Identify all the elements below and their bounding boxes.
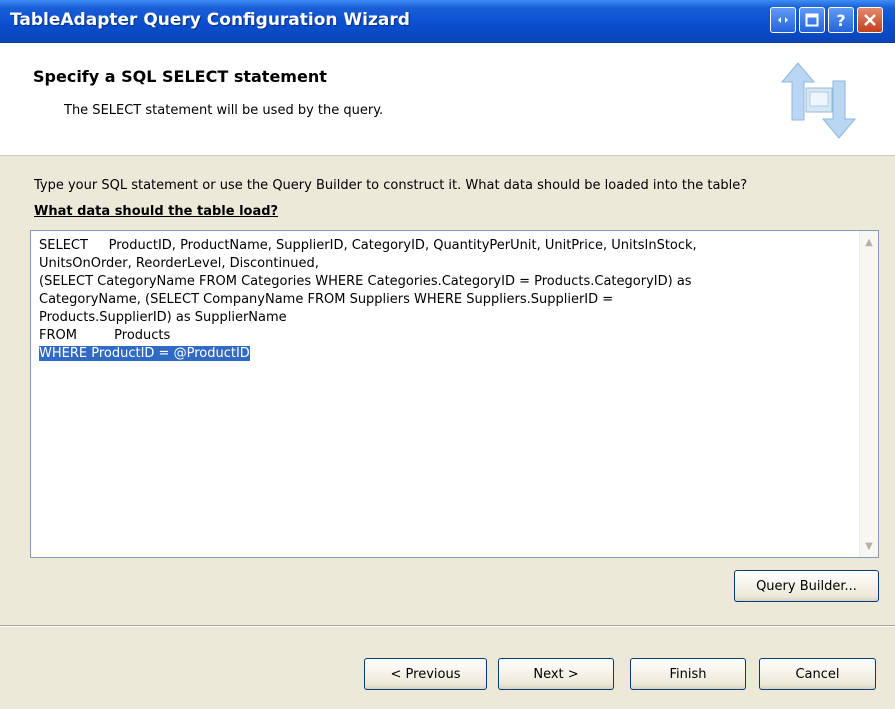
next-button[interactable]: Next >	[498, 658, 614, 690]
finish-button[interactable]: Finish	[630, 658, 746, 690]
sql-line: FROM Products	[39, 328, 171, 343]
title-bar[interactable]: TableAdapter Query Configuration Wizard …	[0, 0, 895, 43]
wizard-window: TableAdapter Query Configuration Wizard …	[0, 0, 895, 709]
footer-divider	[0, 625, 895, 627]
sync-arrows-icon	[780, 62, 857, 139]
question-label-text: What data should the table load?	[34, 204, 279, 219]
close-button[interactable]	[857, 7, 883, 33]
question-label: What data should the table load?	[34, 204, 278, 219]
cancel-button[interactable]: Cancel	[759, 658, 876, 690]
sql-line: CategoryName, (SELECT CompanyName FROM S…	[39, 292, 614, 307]
page-subtitle: The SELECT statement will be used by the…	[64, 103, 384, 118]
window-title: TableAdapter Query Configuration Wizard	[10, 10, 410, 30]
sql-line: Products.SupplierID) as SupplierName	[39, 310, 287, 325]
help-button[interactable]: ?	[828, 7, 854, 33]
sql-statement-textarea[interactable]: SELECT ProductID, ProductName, SupplierI…	[30, 230, 879, 558]
wizard-body: Type your SQL statement or use the Query…	[0, 156, 895, 626]
instruction-text: Type your SQL statement or use the Query…	[34, 178, 748, 193]
previous-button[interactable]: < Previous	[364, 658, 487, 690]
sql-line: SELECT ProductID, ProductName, SupplierI…	[39, 238, 697, 253]
sql-selected-line: WHERE ProductID = @ProductID	[39, 346, 250, 361]
wizard-header: Specify a SQL SELECT statement The SELEC…	[0, 43, 895, 156]
sql-line: (SELECT CategoryName FROM Categories WHE…	[39, 274, 692, 289]
query-builder-button[interactable]: Query Builder...	[734, 570, 879, 602]
sql-text: SELECT ProductID, ProductName, SupplierI…	[39, 237, 849, 363]
sql-line: UnitsOnOrder, ReorderLevel, Discontinued…	[39, 256, 319, 271]
vertical-scrollbar[interactable]: ▲ ▼	[859, 231, 878, 557]
system-menu-icon[interactable]	[770, 7, 796, 33]
scroll-up-icon[interactable]: ▲	[862, 234, 876, 250]
maximize-button[interactable]	[799, 7, 825, 33]
scroll-down-icon[interactable]: ▼	[862, 538, 876, 554]
page-title: Specify a SQL SELECT statement	[33, 67, 327, 86]
